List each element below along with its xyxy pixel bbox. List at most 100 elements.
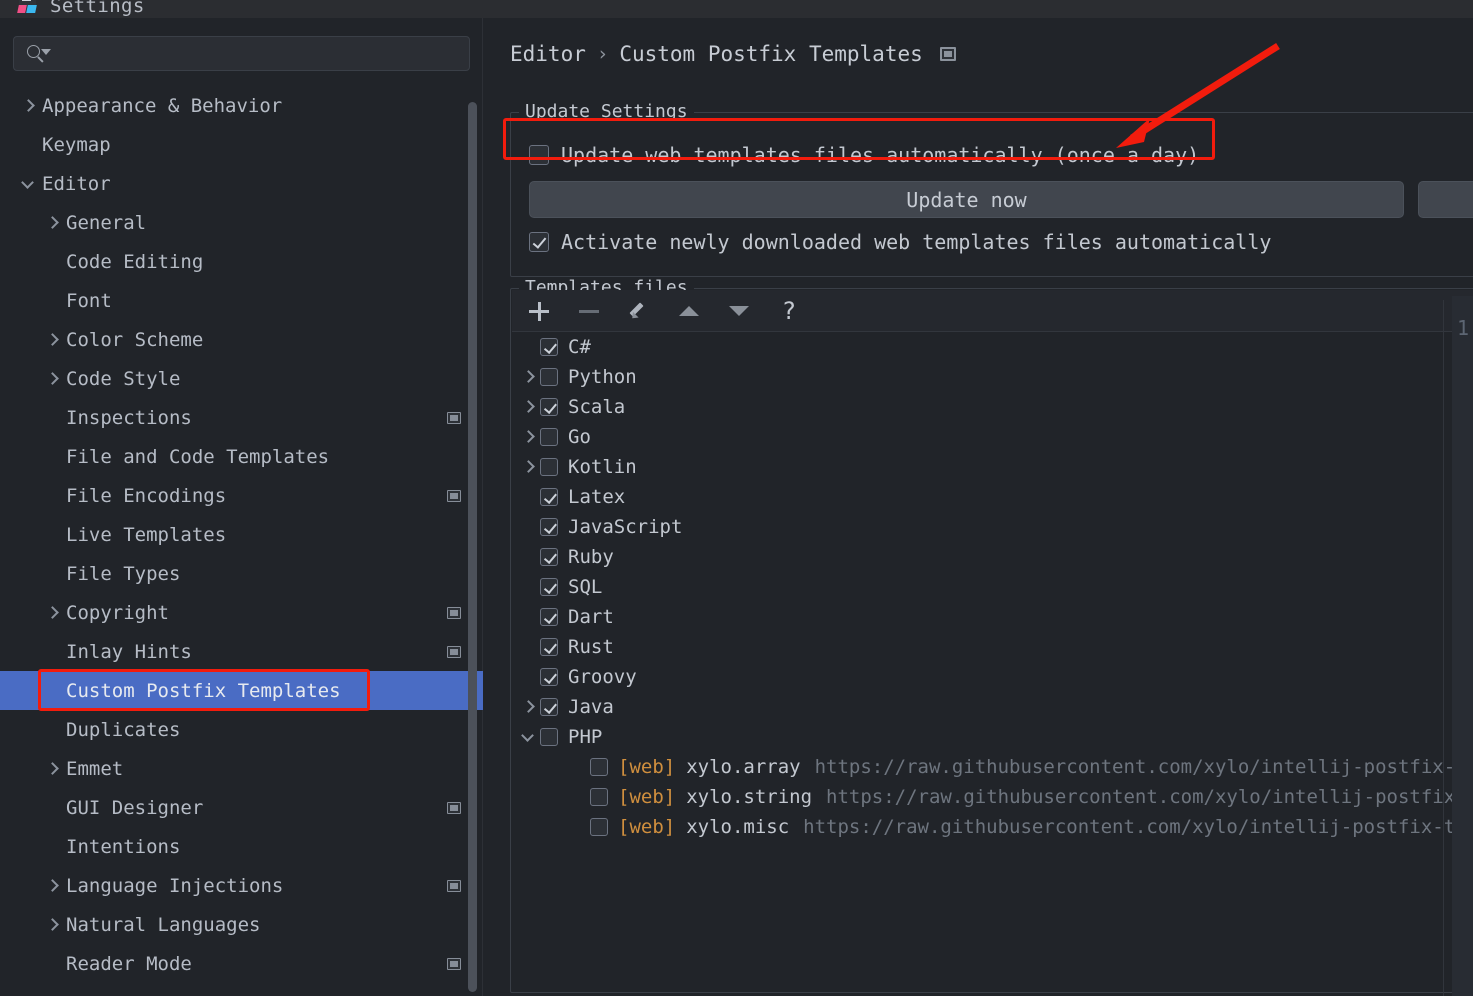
sidebar-item-label: General [66,211,147,234]
templates-file-row[interactable]: Dart [512,602,1473,632]
search-input[interactable] [48,44,469,63]
sidebar-scrollbar[interactable] [468,102,477,992]
chevron-right-icon[interactable] [44,605,60,621]
templates-file-row[interactable]: Go [512,422,1473,452]
sidebar-item-custom-postfix-templates[interactable]: Custom Postfix Templates [0,671,483,710]
templates-file-checkbox[interactable] [540,428,558,446]
add-button[interactable] [524,296,554,326]
sidebar-item-reader-mode[interactable]: Reader Mode [0,944,483,983]
chevron-right-icon[interactable] [20,98,36,114]
sidebar-item-appearance-behavior[interactable]: Appearance & Behavior [0,86,483,125]
move-down-button[interactable] [724,296,754,326]
sidebar-item-gui-designer[interactable]: GUI Designer [0,788,483,827]
sidebar-item-emmet[interactable]: Emmet [0,749,483,788]
chevron-down-icon[interactable] [518,728,540,746]
templates-file-checkbox[interactable] [540,548,558,566]
templates-file-checkbox[interactable] [540,698,558,716]
templates-file-checkbox[interactable] [540,368,558,386]
sidebar-item-page-icon [447,645,461,658]
chevron-right-icon[interactable] [518,368,540,386]
templates-file-row[interactable]: [web] xylo.misc https://raw.githubusercont… [512,812,1473,842]
chevron-down-icon[interactable] [20,176,36,192]
templates-file-name: xylo.string [686,786,813,808]
help-button[interactable]: ? [774,296,804,326]
templates-file-checkbox[interactable] [540,338,558,356]
auto-update-checkbox-row[interactable]: Update web templates files automatically… [529,143,1199,167]
templates-file-checkbox[interactable] [590,758,608,776]
templates-file-checkbox[interactable] [540,398,558,416]
sidebar-item-file-encodings[interactable]: File Encodings [0,476,483,515]
templates-file-checkbox[interactable] [540,608,558,626]
move-up-button[interactable] [674,296,704,326]
templates-file-name: SQL [568,576,603,598]
update-now-button[interactable]: Update now [529,181,1404,218]
templates-file-row[interactable]: Kotlin [512,452,1473,482]
sidebar-item-language-injections[interactable]: Language Injections [0,866,483,905]
sidebar-item-code-style[interactable]: Code Style [0,359,483,398]
templates-file-row[interactable]: Latex [512,482,1473,512]
sidebar-item-general[interactable]: General [0,203,483,242]
templates-file-checkbox[interactable] [540,668,558,686]
chevron-right-icon[interactable] [44,371,60,387]
templates-file-row[interactable]: Java [512,692,1473,722]
auto-update-checkbox[interactable] [529,145,549,165]
secondary-action-button[interactable] [1418,181,1473,218]
templates-file-checkbox[interactable] [590,818,608,836]
sidebar-item-natural-languages[interactable]: Natural Languages [0,905,483,944]
templates-file-row[interactable]: SQL [512,572,1473,602]
sidebar-item-color-scheme[interactable]: Color Scheme [0,320,483,359]
edit-button[interactable] [624,296,654,326]
sidebar-item-duplicates[interactable]: Duplicates [0,710,483,749]
templates-file-row[interactable]: [web] xylo.string https://raw.githubuserco… [512,782,1473,812]
sidebar-item-editor[interactable]: Editor [0,164,483,203]
sidebar-item-font[interactable]: Font [0,281,483,320]
templates-file-row[interactable]: Scala [512,392,1473,422]
chevron-right-icon[interactable] [44,761,60,777]
templates-file-row[interactable]: Groovy [512,662,1473,692]
templates-file-checkbox[interactable] [540,458,558,476]
templates-file-checkbox[interactable] [540,488,558,506]
templates-file-row[interactable]: C# [512,332,1473,362]
sidebar-item-intentions[interactable]: Intentions [0,827,483,866]
templates-file-checkbox[interactable] [590,788,608,806]
chevron-right-icon[interactable] [518,398,540,416]
settings-page-icon[interactable] [939,47,956,61]
chevron-right-icon[interactable] [44,917,60,933]
sidebar-item-live-templates[interactable]: Live Templates [0,515,483,554]
chevron-right-icon[interactable] [518,698,540,716]
templates-file-row[interactable]: PHP [512,722,1473,752]
breadcrumb-parent[interactable]: Editor [510,42,586,66]
chevron-right-icon[interactable] [518,428,540,446]
activate-new-checkbox-row[interactable]: Activate newly downloaded web templates … [529,230,1271,254]
sidebar-item-label: Natural Languages [66,913,261,936]
templates-file-row[interactable]: Python [512,362,1473,392]
templates-file-checkbox[interactable] [540,518,558,536]
templates-file-checkbox[interactable] [540,638,558,656]
chevron-right-icon[interactable] [44,215,60,231]
chevron-right-icon[interactable] [44,332,60,348]
templates-file-row[interactable]: [web] xylo.array https://raw.githubusercon… [512,752,1473,782]
sidebar-item-keymap[interactable]: Keymap [0,125,483,164]
sidebar-item-page-icon [447,411,461,424]
activate-new-checkbox[interactable] [529,232,549,252]
sidebar-item-file-and-code-templates[interactable]: File and Code Templates [0,437,483,476]
sidebar-item-inlay-hints[interactable]: Inlay Hints [0,632,483,671]
templates-file-name: Kotlin [568,456,637,478]
sidebar-item-inspections[interactable]: Inspections [0,398,483,437]
settings-search-box[interactable] [13,36,470,71]
templates-file-row[interactable]: Ruby [512,542,1473,572]
question-mark-icon: ? [781,296,797,325]
sidebar-item-code-editing[interactable]: Code Editing [0,242,483,281]
sidebar-item-copyright[interactable]: Copyright [0,593,483,632]
templates-file-row[interactable]: Rust [512,632,1473,662]
templates-file-checkbox[interactable] [540,728,558,746]
chevron-right-icon[interactable] [44,878,60,894]
templates-file-row[interactable]: JavaScript [512,512,1473,542]
chevron-right-icon[interactable] [518,458,540,476]
templates-file-checkbox[interactable] [540,578,558,596]
sidebar-item-file-types[interactable]: File Types [0,554,483,593]
